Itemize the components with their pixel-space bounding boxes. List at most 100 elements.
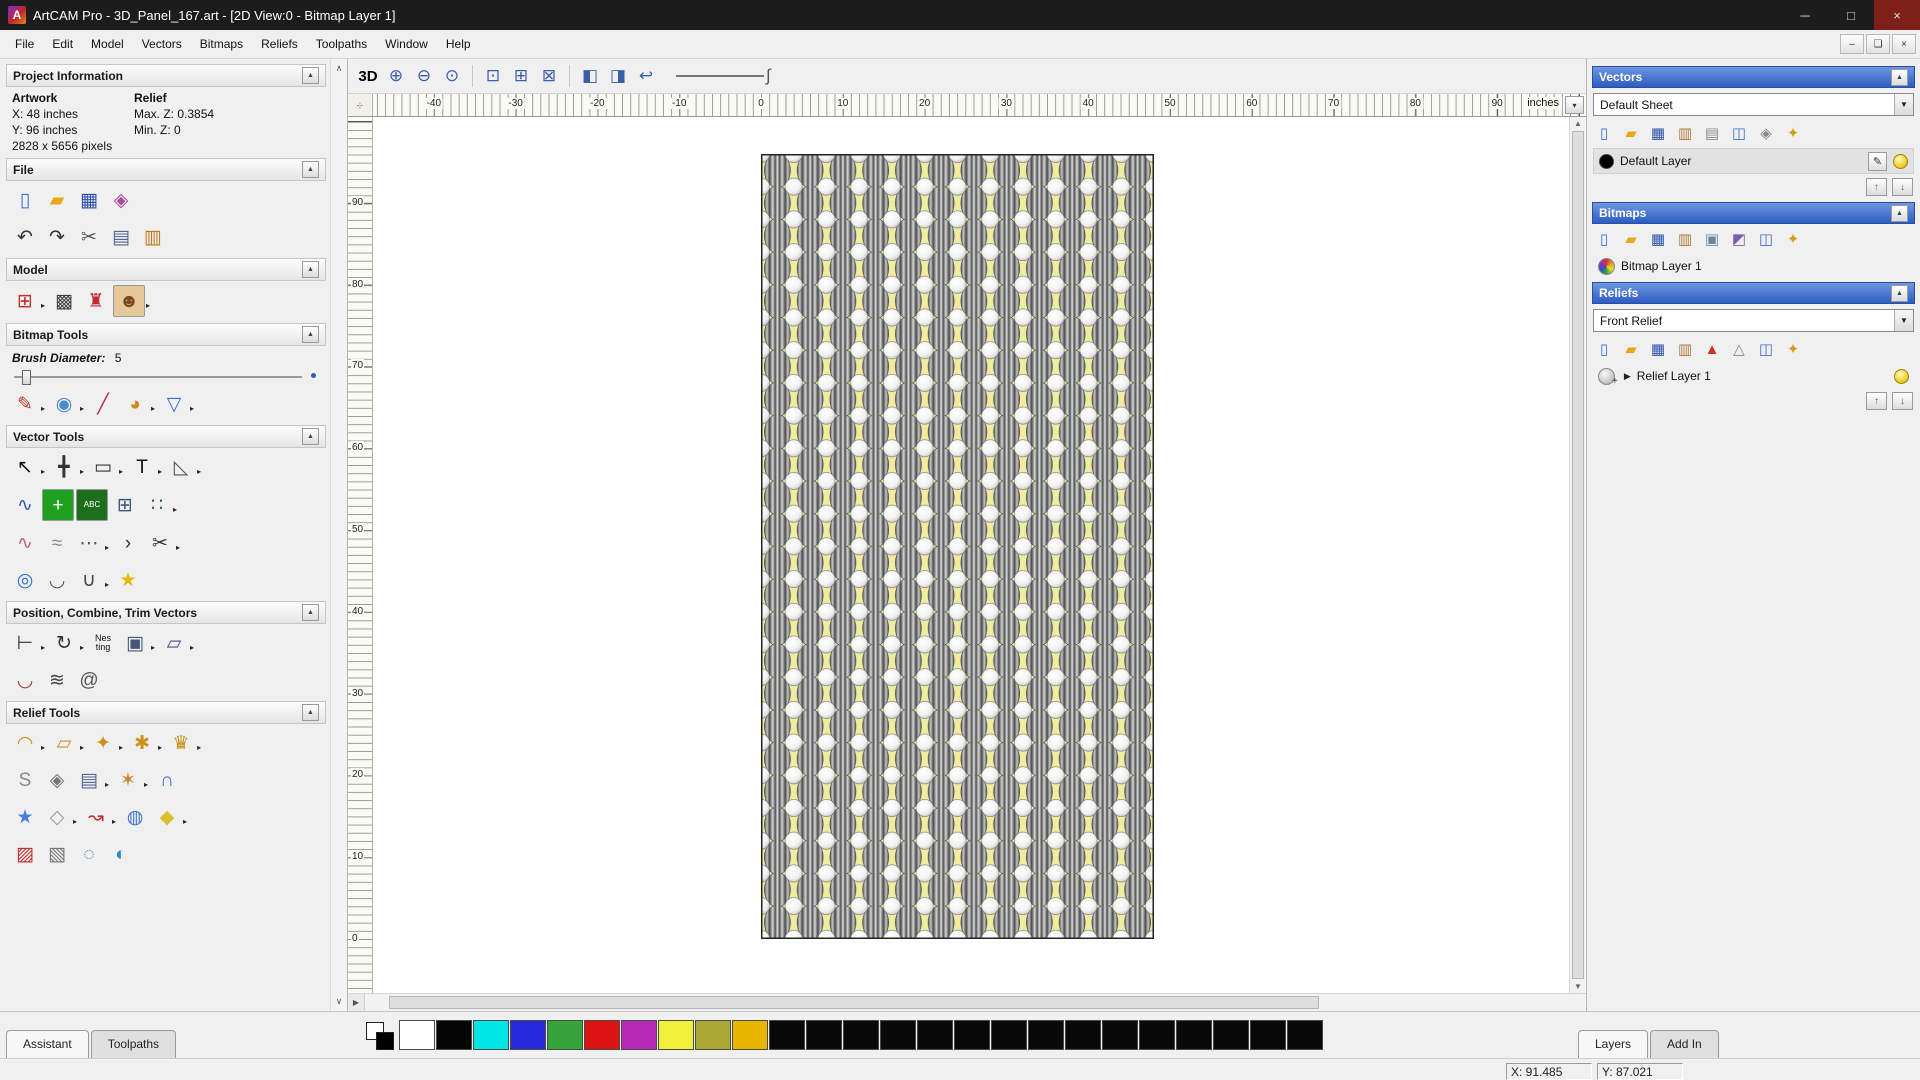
sculpt-figure-icon[interactable]: ♜: [81, 286, 111, 316]
tab-add-in[interactable]: Add In: [1650, 1030, 1719, 1058]
draw-palette-icon[interactable]: ◕: [120, 389, 150, 419]
paste-relief-icon[interactable]: ▨: [10, 839, 40, 869]
array-copy-flyout-arrow-icon[interactable]: ▸: [173, 505, 177, 514]
tab-assistant[interactable]: Assistant: [6, 1030, 89, 1058]
tab-layers[interactable]: Layers: [1578, 1030, 1648, 1058]
bitmap-layer-wizard-icon[interactable]: ✦: [1781, 227, 1805, 251]
menu-help[interactable]: Help: [437, 32, 480, 56]
fit-arcs-flyout-arrow-icon[interactable]: ▸: [105, 543, 109, 552]
relief-visibility-bulb-icon[interactable]: [1894, 369, 1909, 384]
colour-swatch-black-3[interactable]: [806, 1020, 842, 1050]
colour-reduce-icon[interactable]: ◩: [1727, 227, 1751, 251]
zoom-window-button[interactable]: ⊡: [479, 62, 507, 90]
cut-icon[interactable]: ✂: [74, 222, 104, 252]
colour-swatch-gold[interactable]: [732, 1020, 768, 1050]
measure-tool-icon[interactable]: ◺: [166, 452, 196, 482]
transform-vectors-flyout-arrow-icon[interactable]: ▸: [80, 467, 84, 476]
move-relief-up-button[interactable]: ↑: [1866, 392, 1887, 410]
paste-icon[interactable]: ▥: [138, 222, 168, 252]
colour-swatch-black-16[interactable]: [1287, 1020, 1323, 1050]
mdi-restore-button[interactable]: ❏: [1866, 34, 1890, 54]
v-ruler[interactable]: 9080706050403020100: [348, 117, 373, 993]
move-layer-up-button[interactable]: ↑: [1866, 178, 1887, 196]
create-text-icon[interactable]: T: [127, 452, 157, 482]
vectors-collapse-button[interactable]: ▲: [1891, 69, 1908, 86]
texture-relief-icon[interactable]: ✱: [127, 728, 157, 758]
relief-layer-wizard-icon[interactable]: ✦: [1781, 337, 1805, 361]
trim-vectors-flyout-arrow-icon[interactable]: ▸: [176, 543, 180, 552]
relief-layer-row[interactable]: + ▶ Relief Layer 1: [1593, 364, 1914, 388]
vector-doctor-icon[interactable]: ★: [113, 565, 143, 595]
assistant-panel-scrollbar[interactable]: ∧ ∨: [330, 59, 347, 1011]
delete-relief-layer-icon[interactable]: ◫: [1754, 337, 1778, 361]
colour-swatch-cyan[interactable]: [473, 1020, 509, 1050]
wrap-relief-icon[interactable]: ◌: [74, 839, 104, 869]
menu-edit[interactable]: Edit: [43, 32, 82, 56]
toggle-left-pane-button[interactable]: ◧: [576, 62, 604, 90]
colour-swatch-yellow[interactable]: [658, 1020, 694, 1050]
slider-handle[interactable]: [22, 370, 31, 385]
transform-vectors-icon[interactable]: ╋: [49, 452, 79, 482]
scroll-up-icon[interactable]: ∧: [332, 63, 346, 74]
menu-file[interactable]: File: [6, 32, 43, 56]
vector-texture-icon[interactable]: ≋: [42, 665, 72, 695]
fillet-corners-icon[interactable]: ◡: [42, 565, 72, 595]
two-rail-sweep-flyout-arrow-icon[interactable]: ▸: [112, 817, 116, 826]
weld-vectors-icon[interactable]: ◡: [10, 665, 40, 695]
spiral-tool-icon[interactable]: @: [74, 665, 104, 695]
colour-swatch-black-10[interactable]: [1065, 1020, 1101, 1050]
select-vectors-icon[interactable]: ↖: [10, 452, 40, 482]
file-section-collapse-button[interactable]: ▲: [302, 161, 319, 178]
open-vector-layer-icon[interactable]: ▰: [1619, 121, 1643, 145]
artwork-panel[interactable]: [761, 154, 1154, 939]
model-manager-icon[interactable]: ◈: [106, 185, 136, 215]
zoom-previous-button[interactable]: ⊙: [438, 62, 466, 90]
relief-layers-stack-icon[interactable]: ▤: [74, 765, 104, 795]
weave-wizard-icon[interactable]: ◈: [42, 765, 72, 795]
emboss-relief-flyout-arrow-icon[interactable]: ▸: [144, 780, 148, 789]
colour-swatch-olive[interactable]: [695, 1020, 731, 1050]
save-vector-layer-icon[interactable]: ▦: [1646, 121, 1670, 145]
copy-icon[interactable]: ▤: [106, 222, 136, 252]
mdi-close-button[interactable]: ×: [1892, 34, 1916, 54]
select-vectors-flyout-arrow-icon[interactable]: ▸: [41, 467, 45, 476]
offset-vectors-icon[interactable]: ◎: [10, 565, 40, 595]
colour-swatch-red[interactable]: [584, 1020, 620, 1050]
menu-reliefs[interactable]: Reliefs: [252, 32, 307, 56]
zoom-1-to-1-button[interactable]: ⊞: [507, 62, 535, 90]
colour-swatch-black-7[interactable]: [954, 1020, 990, 1050]
colour-swatch-black-5[interactable]: [880, 1020, 916, 1050]
horizontal-scroll-thumb[interactable]: [389, 996, 1319, 1009]
paint-bucket-flyout-arrow-icon[interactable]: ▸: [190, 404, 194, 413]
block-copy-rotate-icon[interactable]: ↻: [49, 628, 79, 658]
colour-swatch-magenta[interactable]: [621, 1020, 657, 1050]
colour-swatch-black-15[interactable]: [1250, 1020, 1286, 1050]
fit-arcs-icon[interactable]: ⋯: [74, 528, 104, 558]
relief-clipart-icon[interactable]: ♛: [166, 728, 196, 758]
sculpting-tools-flyout-arrow-icon[interactable]: ▸: [119, 743, 123, 752]
vector-layer-row[interactable]: Default Layer ✎: [1593, 148, 1914, 174]
menu-model[interactable]: Model: [82, 32, 133, 56]
vector-layer-wizard-icon[interactable]: ✦: [1781, 121, 1805, 145]
colour-swatch-black-6[interactable]: [917, 1020, 953, 1050]
set-model-size-icon[interactable]: ⊞: [10, 286, 40, 316]
import-bitmap-icon[interactable]: ▥: [1673, 227, 1697, 251]
model-materials-icon[interactable]: ▩: [49, 286, 79, 316]
colour-swatch-black-8[interactable]: [991, 1020, 1027, 1050]
relief-tools-collapse-button[interactable]: ▲: [302, 704, 319, 721]
maximize-button[interactable]: □: [1828, 0, 1874, 30]
open-bitmap-layer-icon[interactable]: ▰: [1619, 227, 1643, 251]
align-vectors-icon[interactable]: ⊢: [10, 628, 40, 658]
paint-brush-icon[interactable]: ✎: [10, 389, 40, 419]
extrude-relief-icon[interactable]: ◇: [42, 802, 72, 832]
menu-window[interactable]: Window: [376, 32, 437, 56]
project-information-collapse-button[interactable]: ▲: [302, 67, 319, 84]
create-freehand-icon[interactable]: ∿: [10, 490, 40, 520]
import-relief-icon[interactable]: ▥: [1673, 337, 1697, 361]
nesting-icon[interactable]: Nes ting: [88, 628, 118, 658]
mirror-merge-relief-icon[interactable]: S: [10, 765, 40, 795]
colour-swatch-black-9[interactable]: [1028, 1020, 1064, 1050]
new-bitmap-layer-icon[interactable]: ▯: [1592, 227, 1616, 251]
horizontal-scroll-track[interactable]: [365, 994, 1586, 1011]
group-vectors-icon[interactable]: ▱: [159, 628, 189, 658]
